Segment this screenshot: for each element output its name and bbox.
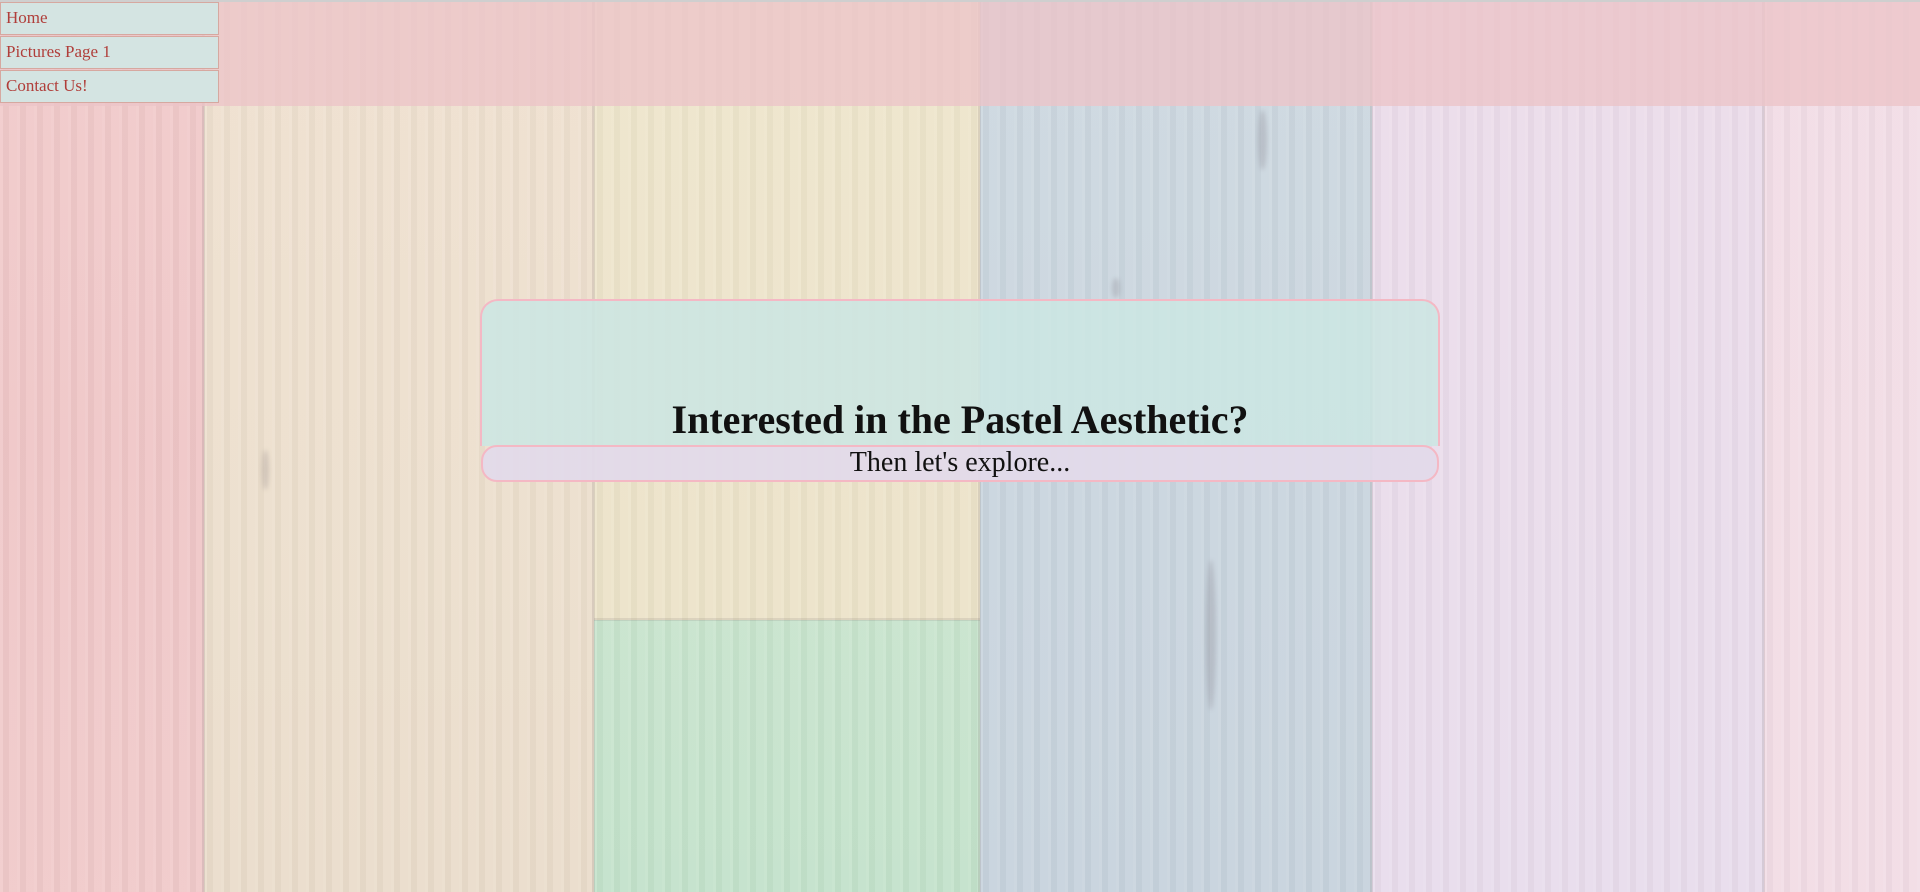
nav-menu: Home Pictures Page 1 Contact Us! xyxy=(0,2,219,104)
wood-knot xyxy=(1258,110,1267,170)
nav-item-home[interactable]: Home xyxy=(0,2,219,35)
plank-seam xyxy=(1762,0,1765,892)
wood-knot xyxy=(1112,278,1120,298)
nav-item-pictures-page-1[interactable]: Pictures Page 1 xyxy=(0,36,219,69)
hero-subtitle: Then let's explore... xyxy=(481,445,1439,482)
plank-seam xyxy=(594,618,980,621)
plank-pink xyxy=(0,0,204,892)
plank-lavender xyxy=(1372,0,1764,892)
nav-item-contact-us[interactable]: Contact Us! xyxy=(0,70,219,103)
plank-green xyxy=(594,620,980,892)
hero-box: Interested in the Pastel Aesthetic? xyxy=(480,299,1440,446)
wood-knot xyxy=(1206,560,1216,710)
wood-knot xyxy=(262,450,269,490)
plank-light-pink xyxy=(1764,0,1920,892)
hero-title: Interested in the Pastel Aesthetic? xyxy=(671,397,1249,442)
header-band xyxy=(0,0,1920,106)
plank-seam xyxy=(202,0,205,892)
